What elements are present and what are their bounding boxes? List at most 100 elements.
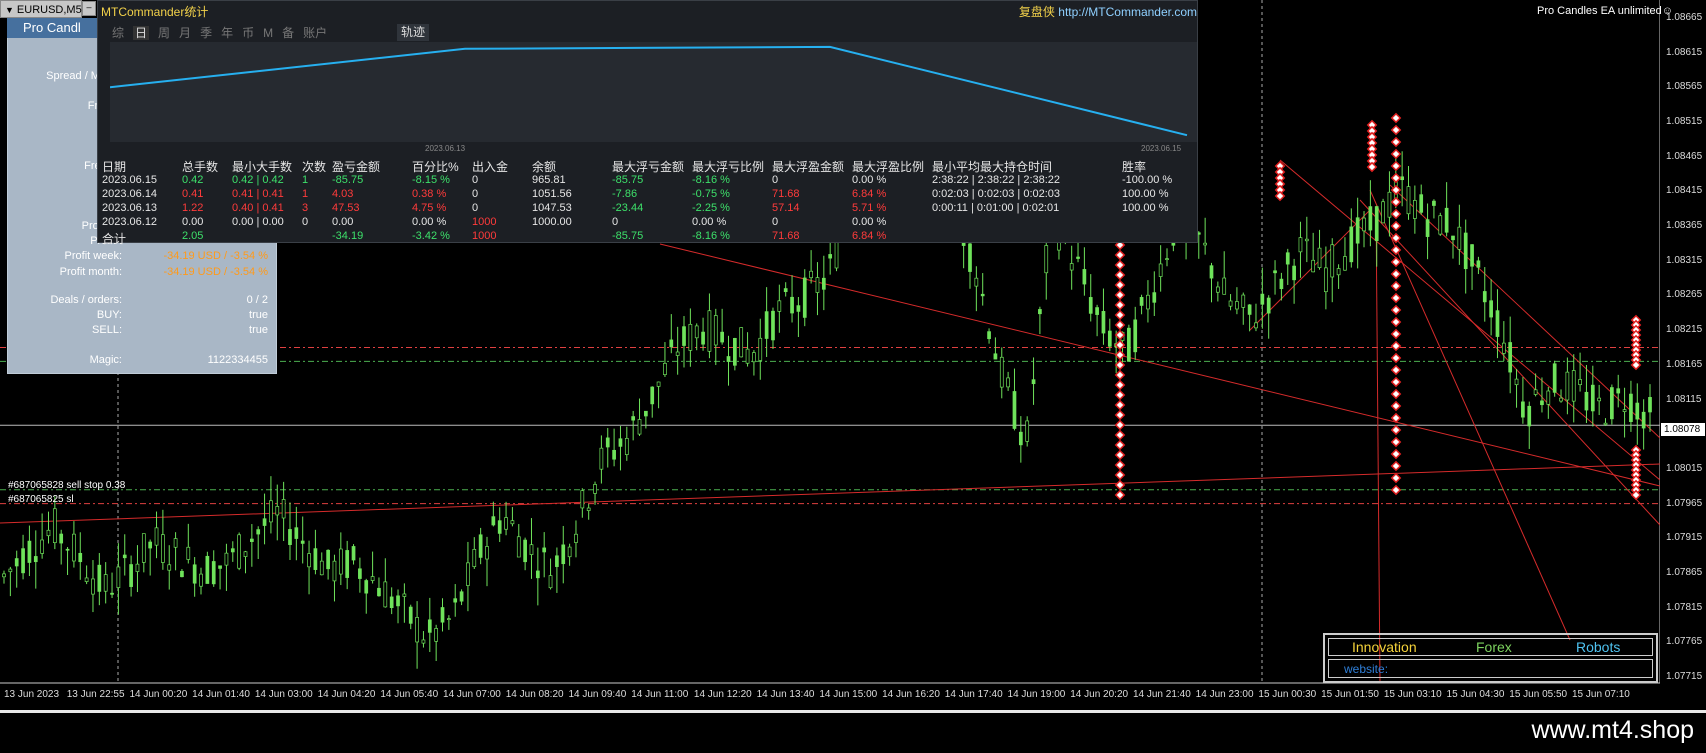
candle-body [1349, 226, 1354, 263]
candle-body [377, 587, 381, 597]
candle-body [218, 565, 222, 569]
candle-body [230, 548, 235, 553]
candle-body [491, 516, 496, 526]
trade-marker [1114, 409, 1126, 421]
trade-marker [1390, 220, 1402, 232]
candle-body [815, 277, 820, 293]
candle-body [478, 534, 483, 558]
candle-body [129, 564, 133, 587]
trade-marker [1390, 328, 1402, 340]
trade-marker [1390, 196, 1402, 208]
trade-marker [1390, 436, 1402, 448]
candle-body [472, 549, 477, 567]
candle-body [466, 562, 470, 586]
candle-body [612, 449, 616, 460]
stats-tab-0[interactable]: 综 [112, 26, 124, 40]
candle-body [485, 546, 489, 560]
candle-body [707, 310, 712, 352]
candle-body [1330, 244, 1335, 278]
candle-body [637, 419, 642, 435]
trade-marker [1114, 389, 1126, 401]
candle-body [516, 536, 521, 558]
stats-tab-4[interactable]: 季 [200, 26, 212, 40]
stats-site-link[interactable]: http://MTCommander.com [1058, 5, 1197, 19]
time-tick: 13 Jun 22:55 [66, 689, 125, 700]
candle-body [332, 560, 337, 582]
candle-body [440, 607, 445, 623]
minimize-button[interactable]: – [82, 1, 96, 16]
candle-body [1317, 247, 1322, 268]
candle-body [141, 533, 146, 563]
stats-tab-5[interactable]: 年 [221, 26, 233, 40]
candle-body [796, 305, 801, 312]
stats-cell: 0 [612, 216, 619, 228]
candle-body [663, 362, 667, 375]
equity-curve-area [109, 42, 1197, 142]
stats-cell: 1000 [472, 216, 497, 228]
stats-tab-9[interactable]: 账户 [303, 26, 327, 40]
candle-body [1158, 263, 1163, 277]
equity-line [109, 45, 1188, 137]
candle-body [97, 564, 102, 592]
stats-tab-7[interactable]: M [263, 26, 273, 40]
trade-marker [1274, 190, 1286, 202]
trade-marker [1390, 124, 1402, 136]
candle-body [802, 277, 807, 318]
stats-cell: 0:02:03 | 0:02:03 | 0:02:03 [932, 188, 1061, 200]
price-tick: 1.08415 [1666, 185, 1703, 197]
candle-body [1273, 270, 1277, 274]
candle-body [421, 639, 426, 644]
stats-cell: 965.81 [532, 174, 566, 186]
trade-marker [1114, 429, 1126, 441]
trade-marker [1390, 484, 1402, 496]
candle-body [154, 527, 159, 546]
stats-tab-6[interactable]: 币 [242, 26, 254, 40]
candle-body [33, 556, 38, 563]
stats-tab-2[interactable]: 周 [158, 26, 170, 40]
chart-window-tab[interactable]: ▼ EURUSD,M5 [0, 0, 82, 18]
stats-cell: 4.75 % [412, 202, 447, 214]
price-tick: 1.07765 [1666, 636, 1703, 648]
stats-cell: 3 [302, 202, 309, 214]
stats-tab-8[interactable]: 备 [282, 26, 294, 40]
stats-cell: 47.53 [332, 202, 360, 214]
candle-body [1368, 206, 1373, 231]
candle-body [1228, 300, 1233, 307]
candle-body [758, 337, 763, 361]
order-label-sl: #687065825 sl [8, 494, 74, 505]
stats-cell: 1.22 [182, 202, 204, 214]
stats-cell: 0 [472, 188, 479, 200]
time-tick: 14 Jun 05:40 [380, 689, 439, 700]
candle-body [1146, 294, 1150, 310]
candle-body [1584, 391, 1589, 411]
candle-body [1616, 388, 1621, 394]
stats-col-header: 次数 [302, 160, 327, 174]
candle-body [307, 553, 311, 568]
candle-body [224, 552, 229, 566]
track-button[interactable]: 轨迹 [397, 24, 429, 41]
time-tick: 14 Jun 03:00 [254, 689, 313, 700]
candle-body [821, 277, 826, 290]
candle-body [1031, 379, 1036, 385]
stats-cell: 0.00 % [852, 216, 887, 228]
candle-body [1355, 217, 1360, 244]
candle-body [1069, 263, 1074, 271]
candle-body [1514, 378, 1519, 386]
trend-line [1279, 159, 1660, 481]
stats-cell: -100.00 % [1122, 174, 1173, 186]
candle-body [1400, 176, 1404, 181]
candle-body [783, 288, 788, 293]
candle-body [1012, 391, 1017, 429]
candle-body [262, 518, 267, 526]
time-tick: 14 Jun 21:40 [1132, 689, 1191, 700]
stats-tab-3[interactable]: 月 [179, 26, 191, 40]
stats-site-label: 复盘侠 [1018, 5, 1055, 19]
time-tick: 14 Jun 01:40 [192, 689, 250, 700]
candle-body [383, 581, 388, 608]
candle-body [2, 573, 6, 578]
candle-body [510, 520, 515, 525]
candle-body [364, 580, 369, 594]
stats-tab-1[interactable]: 日 [133, 26, 150, 40]
info-label-11: Profit month: [59, 266, 122, 278]
price-tick: 1.07965 [1666, 497, 1703, 509]
